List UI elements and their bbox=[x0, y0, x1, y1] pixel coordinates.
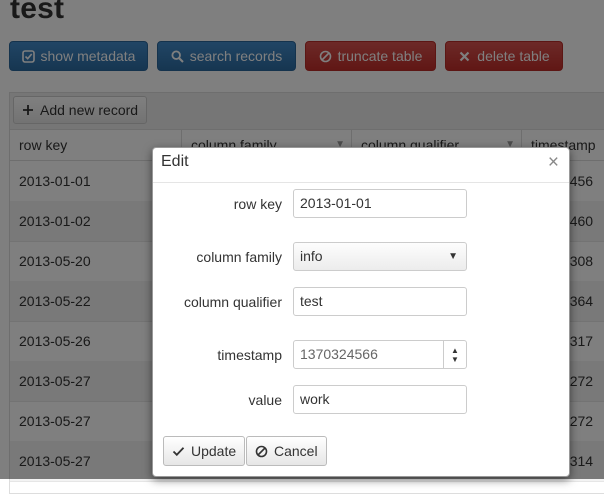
number-spinner[interactable]: ▲ ▼ bbox=[443, 341, 466, 368]
close-icon[interactable]: × bbox=[548, 152, 559, 174]
column-qualifier-input[interactable]: test bbox=[293, 287, 467, 316]
row-key-label: row key bbox=[233, 196, 282, 212]
timestamp-field-row: timestamp 1370324566 ▲ ▼ bbox=[153, 340, 571, 370]
value-label: value bbox=[248, 392, 282, 408]
cancel-button[interactable]: Cancel bbox=[246, 436, 327, 466]
column-family-label: column family bbox=[196, 249, 282, 265]
column-family-value: info bbox=[300, 248, 323, 264]
column-qualifier-field-row: column qualifier test bbox=[153, 287, 571, 317]
row-key-input[interactable]: 2013-01-01 bbox=[293, 189, 467, 218]
cancel-label: Cancel bbox=[274, 443, 318, 459]
modal-title: Edit bbox=[161, 153, 189, 170]
timestamp-value: 1370324566 bbox=[300, 346, 378, 362]
dropdown-arrow-icon: ▼ bbox=[448, 251, 458, 262]
update-label: Update bbox=[191, 443, 237, 459]
update-button[interactable]: Update bbox=[163, 436, 246, 466]
modal-header: Edit × bbox=[153, 148, 569, 183]
spin-up-icon[interactable]: ▲ bbox=[451, 346, 459, 355]
spin-down-icon[interactable]: ▼ bbox=[451, 355, 459, 364]
column-family-field-row: column family info ▼ bbox=[153, 242, 571, 272]
column-family-select[interactable]: info ▼ bbox=[293, 242, 467, 271]
value-input[interactable]: work bbox=[293, 385, 467, 414]
timestamp-label: timestamp bbox=[217, 347, 282, 363]
edit-modal: Edit × row key 2013-01-01 column family … bbox=[152, 147, 570, 477]
row-key-field-row: row key 2013-01-01 bbox=[153, 189, 571, 219]
value-field-row: value work bbox=[153, 385, 571, 415]
column-qualifier-label: column qualifier bbox=[183, 294, 282, 310]
ban-icon bbox=[255, 445, 268, 457]
timestamp-number-input[interactable]: 1370324566 ▲ ▼ bbox=[293, 340, 467, 369]
check-icon bbox=[172, 446, 185, 456]
